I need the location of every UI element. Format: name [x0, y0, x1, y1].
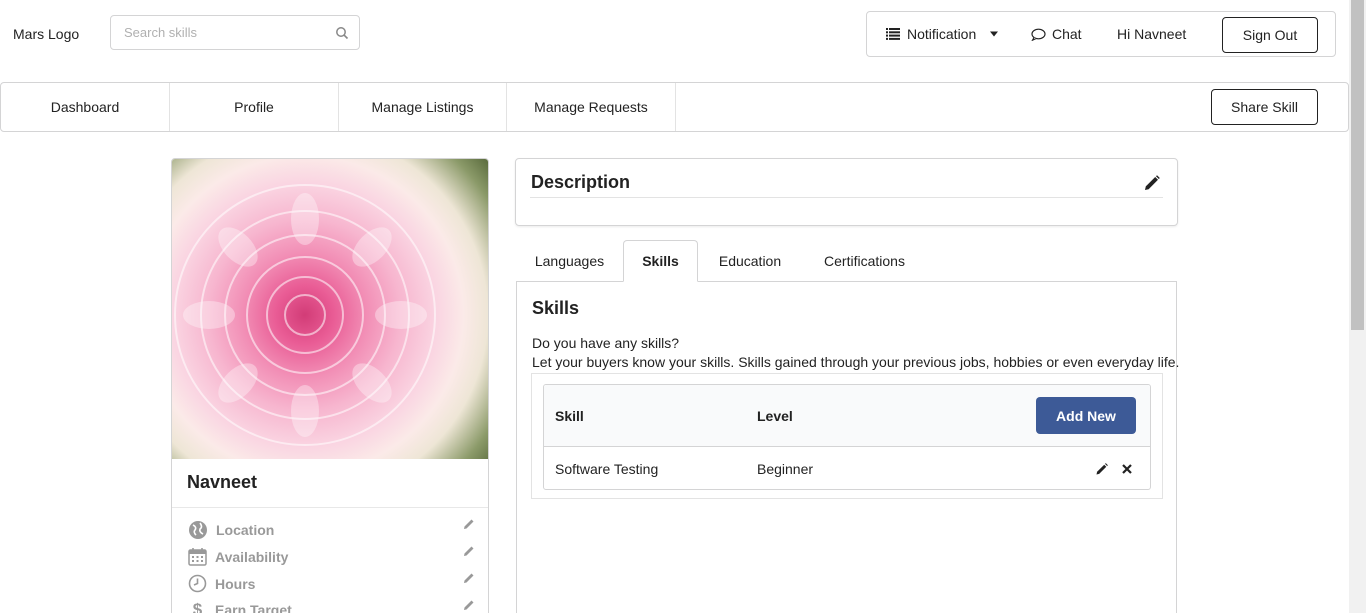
column-header-level: Level	[757, 408, 793, 424]
chat-bubble-icon	[1031, 28, 1046, 41]
skills-table-header: Skill Level Add New	[544, 385, 1150, 447]
clock-icon	[188, 574, 207, 593]
description-divider	[530, 197, 1163, 198]
skill-cell: Software Testing	[555, 461, 659, 477]
nav-item-manage-requests[interactable]: Manage Requests	[507, 83, 676, 131]
caret-down-icon	[990, 31, 999, 37]
profile-availability: Availability	[188, 547, 288, 566]
profile-name: Navneet	[187, 472, 258, 492]
edit-earn-target-icon[interactable]	[463, 599, 475, 611]
skills-question: Do you have any skills?	[532, 335, 680, 351]
profile-hours: Hours	[188, 574, 255, 593]
user-greeting[interactable]: Hi Navneet	[1117, 26, 1186, 42]
dahlia-flower-image	[174, 184, 436, 446]
sign-out-button[interactable]: Sign Out	[1222, 17, 1318, 53]
skills-subtitle: Let your buyers know your skills. Skills…	[532, 354, 1180, 370]
main-nav: Dashboard Profile Manage Listings Manage…	[0, 82, 1349, 132]
share-skill-button[interactable]: Share Skill	[1211, 89, 1318, 125]
dollar-icon: $	[192, 600, 203, 613]
earn-target-label: Earn Target	[215, 602, 292, 613]
hours-label: Hours	[215, 575, 256, 592]
search-icon[interactable]	[335, 26, 349, 40]
calendar-icon	[188, 548, 207, 566]
chat-label: Chat	[1052, 26, 1082, 42]
level-cell: Beginner	[757, 461, 814, 477]
search-box[interactable]	[110, 15, 360, 50]
nav-item-manage-listings[interactable]: Manage Listings	[339, 83, 507, 131]
page-scrollbar[interactable]	[1349, 0, 1366, 613]
tab-education[interactable]: Education	[700, 240, 800, 282]
tab-skills[interactable]: Skills	[623, 240, 698, 282]
divider	[172, 507, 488, 508]
notification-dropdown[interactable]: Notification	[886, 26, 999, 42]
top-right-menu: Notification Chat Hi Navneet Sign Out	[866, 11, 1336, 57]
scrollbar-thumb[interactable]	[1351, 0, 1364, 330]
edit-location-icon[interactable]	[463, 518, 475, 530]
skills-table: Skill Level Add New Software Testing Beg…	[543, 384, 1151, 490]
skills-tab-panel: Skills Do you have any skills? Let your …	[516, 281, 1180, 613]
skills-table-container: Skill Level Add New Software Testing Beg…	[531, 373, 1163, 499]
delete-skill-icon[interactable]	[1121, 463, 1133, 475]
list-icon	[886, 28, 900, 40]
nav-item-dashboard[interactable]: Dashboard	[1, 83, 170, 131]
profile-location: Location	[188, 520, 274, 540]
globe-icon	[189, 521, 207, 539]
add-new-skill-button[interactable]: Add New	[1036, 397, 1136, 434]
notification-label: Notification	[907, 26, 977, 42]
profile-earn-target: $ Earn Target	[188, 600, 292, 613]
availability-label: Availability	[215, 548, 289, 565]
chat-link[interactable]: Chat	[1031, 26, 1082, 42]
search-input[interactable]	[111, 16, 321, 49]
profile-card: Navneet Location Availability Hours $ Ea…	[171, 158, 489, 613]
edit-skill-icon[interactable]	[1096, 463, 1108, 475]
tab-certifications[interactable]: Certifications	[806, 240, 923, 282]
tab-languages[interactable]: Languages	[516, 240, 623, 282]
column-header-skill: Skill	[555, 408, 584, 424]
skills-heading: Skills	[532, 298, 580, 318]
profile-photo[interactable]	[172, 159, 488, 459]
mars-logo[interactable]: Mars Logo	[13, 26, 79, 42]
description-title: Description	[531, 172, 631, 192]
edit-description-icon[interactable]	[1144, 175, 1160, 191]
edit-availability-icon[interactable]	[463, 545, 475, 557]
description-card: Description	[515, 158, 1178, 226]
nav-item-profile[interactable]: Profile	[170, 83, 339, 131]
location-label: Location	[216, 522, 275, 538]
edit-hours-icon[interactable]	[463, 572, 475, 584]
